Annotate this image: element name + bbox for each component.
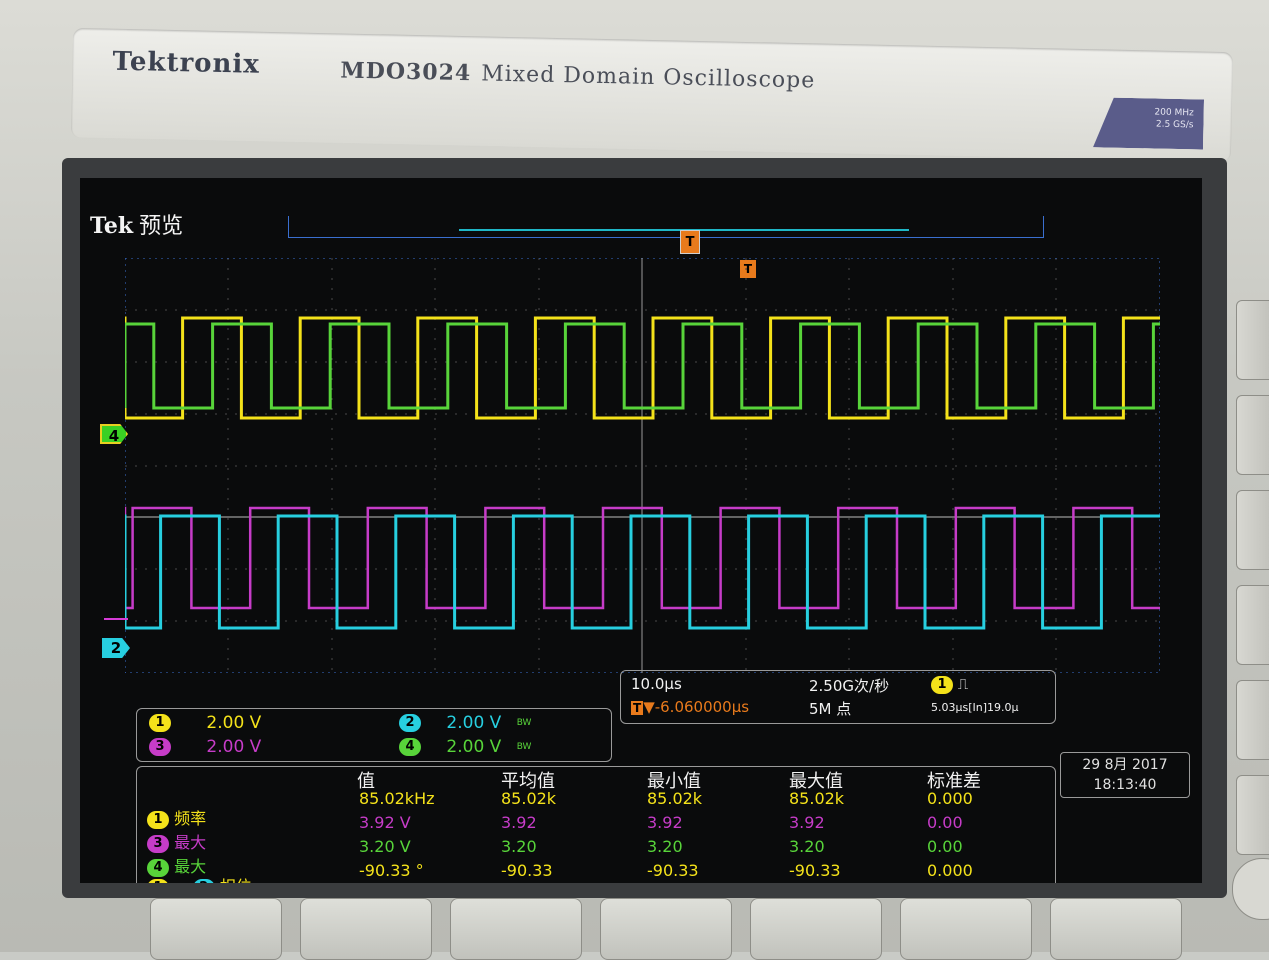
ch4-bw-limit: BW bbox=[516, 742, 532, 752]
model-number: MDO3024 bbox=[340, 57, 472, 87]
spec-badge: 200 MHz 2.5 GS/s bbox=[1093, 97, 1204, 149]
meas-row-4-max: -90.33 bbox=[789, 861, 841, 880]
date: 29 8月 2017 bbox=[1082, 757, 1168, 773]
brand-band: Tektronix MDO3024 Mixed Domain Oscillosco… bbox=[70, 27, 1234, 163]
bottom-menu-button-6[interactable] bbox=[900, 898, 1032, 960]
time: 18:13:40 bbox=[1093, 777, 1157, 793]
meas-row-2-source[interactable]: 3 最大 bbox=[147, 829, 206, 853]
meas-row-1-source[interactable]: 1 频率 bbox=[147, 805, 206, 829]
measurement-panel: 值 平均值 最小值 最大值 标准差 1 频率 85.02kHz 85.02k 8… bbox=[136, 766, 1056, 883]
meas-row-4-arrow: → bbox=[174, 877, 187, 883]
acquisition-mode: 预览 bbox=[139, 214, 184, 239]
trigger-edge-icon: ⎍ bbox=[957, 675, 969, 693]
meas-row-4-label: 相位 bbox=[220, 877, 252, 883]
meas-row-1-std: 0.000 bbox=[927, 789, 973, 808]
record-length: 5M 点 bbox=[809, 700, 852, 718]
meas-row-3-max: 3.20 bbox=[789, 837, 825, 856]
timebase-panel: 10.0μs 2.50G次/秒 1 ⎍ T ▼-6.060000μs 5M 点 5… bbox=[620, 670, 1056, 724]
meas-row-1-label: 频率 bbox=[174, 809, 207, 828]
menu-button[interactable] bbox=[1232, 858, 1269, 920]
datetime-display: 29 8月 2017 18:13:40 bbox=[1060, 752, 1190, 798]
ch2-bw-limit: BW bbox=[516, 718, 532, 728]
tek-logo: Tek bbox=[90, 213, 134, 239]
meas-row-1-max: 85.02k bbox=[789, 789, 845, 808]
ch3-ground-marker[interactable] bbox=[104, 618, 128, 628]
ch1-scale-row: 1 2.00 V bbox=[149, 712, 261, 734]
channel-scale-panel: 1 2.00 V 3 2.00 V 2 2.00 V BW 4 2.00 V B… bbox=[136, 708, 612, 762]
meas-row-1-badge: 1 bbox=[147, 810, 169, 829]
meas-row-4-value: -90.33 ° bbox=[359, 861, 424, 880]
ch4-scale-row: 4 2.00 V BW bbox=[399, 736, 531, 758]
trigger-source-badge: 1 bbox=[931, 675, 953, 694]
meas-row-3-min: 3.20 bbox=[647, 837, 683, 856]
brand-logo: Tektronix bbox=[112, 46, 261, 80]
display-screen: Tek 预览 T T 4 2 1 2.00 V 3 2.00 V 2 2.00 … bbox=[80, 178, 1202, 883]
meas-row-2-label: 最大 bbox=[174, 833, 207, 852]
trigger-delay-icon: T bbox=[631, 701, 644, 715]
meas-row-3-std: 0.00 bbox=[927, 837, 963, 856]
bottom-menu-button-2[interactable] bbox=[300, 898, 432, 960]
meas-row-4-badge-a: 1 bbox=[147, 878, 169, 883]
model-description: Mixed Domain Oscilloscope bbox=[480, 61, 816, 94]
bottom-menu-button-4[interactable] bbox=[600, 898, 732, 960]
meas-row-1-mean: 85.02k bbox=[501, 789, 557, 808]
meas-row-4-std: 0.000 bbox=[927, 861, 973, 880]
ch1-badge[interactable]: 1 bbox=[149, 714, 171, 732]
meas-row-4-mean: -90.33 bbox=[501, 861, 553, 880]
sample-rate: 2.50G次/秒 bbox=[809, 677, 890, 695]
bottom-menu-button-5[interactable] bbox=[750, 898, 882, 960]
ch4-scale: 2.00 V bbox=[446, 737, 502, 757]
trigger-delay-value: ▼-6.060000μs bbox=[643, 698, 750, 716]
meas-row-2-min: 3.92 bbox=[647, 813, 683, 832]
waveform-graticule bbox=[125, 258, 1160, 673]
bottom-menu-button-7[interactable] bbox=[1050, 898, 1182, 960]
meas-row-1-min: 85.02k bbox=[647, 789, 703, 808]
ch4-badge[interactable]: 4 bbox=[399, 738, 421, 756]
trigger-delay[interactable]: T ▼-6.060000μs bbox=[631, 698, 749, 716]
bottom-menu-button-1[interactable] bbox=[150, 898, 282, 960]
meas-row-1-value: 85.02kHz bbox=[359, 789, 435, 808]
horizontal-scale[interactable]: 10.0μs bbox=[631, 675, 682, 693]
meas-row-2-value: 3.92 V bbox=[359, 813, 411, 832]
ch3-scale: 2.00 V bbox=[206, 737, 262, 757]
ch1-scale: 2.00 V bbox=[206, 713, 262, 733]
ch2-scale: 2.00 V bbox=[446, 713, 502, 733]
side-menu-button-6[interactable] bbox=[1236, 775, 1269, 855]
meas-row-2-badge: 3 bbox=[147, 834, 169, 853]
side-menu-button-4[interactable] bbox=[1236, 585, 1269, 665]
meas-row-4-min: -90.33 bbox=[647, 861, 699, 880]
screen-header: Tek 预览 bbox=[90, 208, 183, 240]
meas-row-4-source[interactable]: 1 → 2 相位 bbox=[147, 873, 252, 883]
side-menu-button-2[interactable] bbox=[1236, 395, 1269, 475]
side-menu-button-3[interactable] bbox=[1236, 490, 1269, 570]
trigger-extra: 5.03μs[In]19.0μ bbox=[931, 701, 1019, 714]
side-menu-button-5[interactable] bbox=[1236, 680, 1269, 760]
record-view-bar bbox=[288, 216, 1044, 238]
trigger-source[interactable]: 1 ⎍ bbox=[931, 675, 968, 694]
trigger-position-marker: T bbox=[680, 230, 700, 254]
meas-row-3-value: 3.20 V bbox=[359, 837, 411, 856]
meas-row-3-mean: 3.20 bbox=[501, 837, 537, 856]
ch2-badge[interactable]: 2 bbox=[399, 714, 421, 732]
ch4-ground-marker[interactable]: 4 bbox=[100, 424, 128, 444]
meas-row-2-mean: 3.92 bbox=[501, 813, 537, 832]
meas-row-4-badge-b: 2 bbox=[192, 878, 215, 883]
bottom-menu-button-3[interactable] bbox=[450, 898, 582, 960]
meas-row-2-std: 0.00 bbox=[927, 813, 963, 832]
side-menu-button-1[interactable] bbox=[1236, 300, 1269, 380]
ch2-scale-row: 2 2.00 V BW bbox=[399, 712, 531, 734]
model-name: MDO3024 Mixed Domain Oscilloscope bbox=[340, 57, 815, 93]
ch3-scale-row: 3 2.00 V bbox=[149, 736, 261, 758]
spec-sample-rate: 2.5 GS/s bbox=[1155, 119, 1194, 131]
meas-row-2-max: 3.92 bbox=[789, 813, 825, 832]
ch3-badge[interactable]: 3 bbox=[149, 738, 171, 756]
